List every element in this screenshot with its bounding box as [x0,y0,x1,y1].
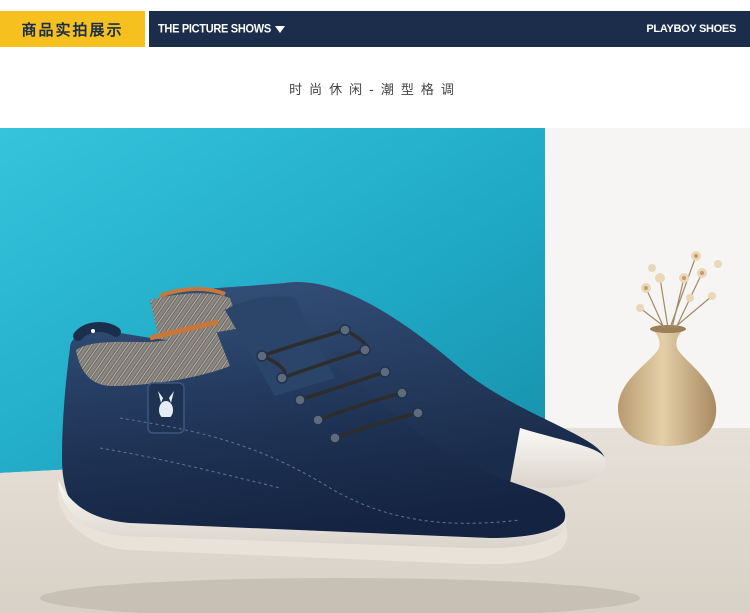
section-tag: 商品实拍展示 [0,11,145,47]
banner-divider [145,11,149,47]
product-photo [0,128,750,613]
caret-down-icon [275,26,285,33]
shoe-photo-illustration [0,128,750,613]
banner-title: THE PICTURE SHOWS [158,22,271,36]
section-tag-label: 商品实拍展示 [21,20,124,39]
top-banner: 商品实拍展示 THE PICTURE SHOWS PLAYBOY SHOES [0,11,750,47]
banner-brand: PLAYBOY SHOES [646,23,736,35]
playboy-bunny-icon [147,382,185,434]
section-subtitle: 时尚休闲-潮型格调 [289,83,461,98]
